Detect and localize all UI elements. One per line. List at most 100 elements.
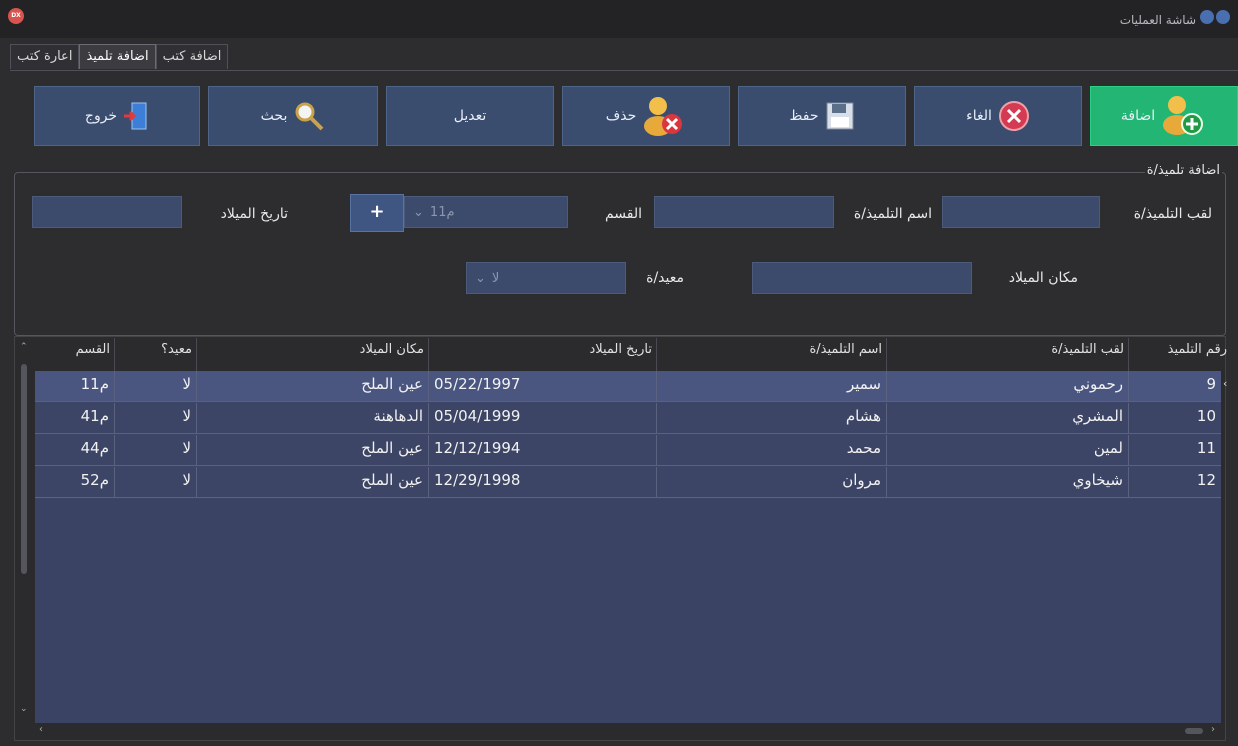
form-legend: اضافة تلميذ/ة <box>1144 163 1222 178</box>
cancel-x-icon <box>998 101 1029 131</box>
title-bar: DX شاشة العمليات <box>0 0 1238 38</box>
user-delete-icon <box>644 97 683 136</box>
cell-birthplace: عين الملح <box>197 371 429 402</box>
row-indicator-icon: ‹ <box>1223 377 1228 390</box>
grid-header: القسم معيد؟ مكان الميلاد تاريخ الميلاد ا… <box>35 338 1231 371</box>
cell-section: 5م2 <box>35 467 115 498</box>
col-header-birthplace[interactable]: مكان الميلاد <box>197 338 429 371</box>
cell-birthplace: الدهاهنة <box>197 403 429 434</box>
name-label: اسم التلميذ/ة <box>853 206 932 222</box>
minimize-icon[interactable] <box>1200 10 1214 24</box>
surname-label: لقب التلميذ/ة <box>1133 206 1212 222</box>
students-grid: ⌃ ⌄ القسم معيد؟ مكان الميلاد تاريخ الميل… <box>14 336 1227 741</box>
section-label: القسم <box>604 206 642 222</box>
app-logo-icon: DX <box>8 8 24 24</box>
cell-birthplace: عين الملح <box>197 435 429 466</box>
tab-strip: اعارة كتب اضافة تلميذ اضافة كتب <box>10 44 229 70</box>
col-header-surname[interactable]: لقب التلميذ/ة <box>887 338 1129 371</box>
table-row[interactable]: 1م1 لا عين الملح 05/22/1997 سمير رحموني … <box>35 371 1221 403</box>
cancel-button-label: الغاء <box>966 108 992 124</box>
user-add-icon <box>1163 96 1204 135</box>
tab-lend-books[interactable]: اعارة كتب <box>10 44 80 69</box>
save-button[interactable]: حفظ <box>738 86 906 146</box>
tab-add-books[interactable]: اضافة كتب <box>155 44 229 69</box>
floppy-disk-icon <box>826 102 854 130</box>
magnifier-icon <box>295 102 324 131</box>
add-section-button[interactable]: + <box>350 194 404 232</box>
repeat-select-value: لا <box>491 271 500 286</box>
scroll-left-icon[interactable]: ‹ <box>39 724 43 735</box>
tab-add-student[interactable]: اضافة تلميذ <box>79 44 156 69</box>
table-row[interactable]: 5م2 لا عين الملح 12/29/1998 مروان شيخاوي… <box>35 467 1221 499</box>
col-header-repeat[interactable]: معيد؟ <box>115 338 197 371</box>
delete-button[interactable]: حذف <box>562 86 730 146</box>
cell-birthdate: 12/12/1994 <box>429 435 657 466</box>
cell-birthplace: عين الملح <box>197 467 429 498</box>
name-input[interactable] <box>654 196 834 228</box>
col-header-name[interactable]: اسم التلميذ/ة <box>657 338 887 371</box>
cell-repeat: لا <box>115 371 197 402</box>
edit-button-label: تعديل <box>453 108 487 124</box>
scroll-up-icon[interactable]: ⌃ <box>20 342 28 352</box>
birthdate-label: تاريخ الميلاد <box>220 206 288 222</box>
window-controls <box>1200 10 1230 24</box>
scroll-right-icon[interactable]: › <box>1211 724 1215 735</box>
birthdate-input[interactable] <box>32 196 182 228</box>
cell-birthdate: 05/22/1997 <box>429 371 657 402</box>
birthplace-label: مكان الميلاد <box>1008 270 1078 286</box>
chevron-down-icon: ⌄ <box>475 271 486 286</box>
table-row[interactable]: 4م1 لا الدهاهنة 05/04/1999 هشام المشري 1… <box>35 403 1221 435</box>
birthplace-input[interactable] <box>752 262 972 294</box>
add-button-label: اضافة <box>1120 108 1156 124</box>
vertical-scrollbar[interactable]: ⌃ ⌄ <box>17 338 33 723</box>
cell-surname: شيخاوي <box>887 467 1129 498</box>
repeat-select[interactable]: ⌄ لا <box>466 262 626 294</box>
cell-id: 12 <box>1129 467 1221 498</box>
exit-door-icon <box>124 102 147 130</box>
cell-repeat: لا <box>115 467 197 498</box>
cell-id: 10 <box>1129 403 1221 434</box>
horizontal-scrollbar[interactable]: ‹ › <box>35 724 1223 738</box>
col-header-section[interactable]: القسم <box>35 338 115 371</box>
cell-name: هشام <box>657 403 887 434</box>
cell-name: مروان <box>657 467 887 498</box>
cell-birthdate: 12/29/1998 <box>429 467 657 498</box>
cell-section: 4م1 <box>35 403 115 434</box>
section-select[interactable]: ⌄ 1م1 <box>404 196 568 228</box>
exit-button[interactable]: خروج <box>34 86 200 146</box>
cell-section: 1م1 <box>35 371 115 402</box>
cell-surname: رحموني <box>887 371 1129 402</box>
col-header-id[interactable]: رقم التلميذ <box>1129 338 1231 371</box>
grid-body: 1م1 لا عين الملح 05/22/1997 سمير رحموني … <box>35 371 1221 723</box>
section-select-value: 1م1 <box>429 205 455 220</box>
cell-section: 4م4 <box>35 435 115 466</box>
cell-surname: لمين <box>887 435 1129 466</box>
window-title: شاشة العمليات <box>1119 13 1196 27</box>
save-button-label: حفظ <box>789 108 819 124</box>
cell-id: 9 <box>1129 371 1221 402</box>
chevron-down-icon: ⌄ <box>413 205 424 220</box>
cell-name: سمير <box>657 371 887 402</box>
search-button-label: بحث <box>260 108 288 124</box>
toolbar: خروج بحث تعديل حذف حفظ الغاء اضافة <box>24 86 1238 146</box>
cell-name: محمد <box>657 435 887 466</box>
scroll-thumb-horizontal[interactable] <box>1185 728 1203 734</box>
cell-repeat: لا <box>115 403 197 434</box>
repeat-label: معيد/ة <box>646 270 684 286</box>
cell-birthdate: 05/04/1999 <box>429 403 657 434</box>
cell-id: 11 <box>1129 435 1221 466</box>
scroll-down-icon[interactable]: ⌄ <box>20 704 28 714</box>
exit-button-label: خروج <box>84 108 118 124</box>
close-icon[interactable] <box>1216 10 1230 24</box>
edit-button[interactable]: تعديل <box>386 86 554 146</box>
cell-surname: المشري <box>887 403 1129 434</box>
add-button[interactable]: اضافة <box>1090 86 1238 146</box>
surname-input[interactable] <box>942 196 1100 228</box>
cancel-button[interactable]: الغاء <box>914 86 1082 146</box>
table-row[interactable]: 4م4 لا عين الملح 12/12/1994 محمد لمين 11 <box>35 435 1221 467</box>
main-window: DX شاشة العمليات اعارة كتب اضافة تلميذ ا… <box>0 0 1238 745</box>
search-button[interactable]: بحث <box>208 86 378 146</box>
delete-button-label: حذف <box>605 108 637 124</box>
col-header-birthdate[interactable]: تاريخ الميلاد <box>429 338 657 371</box>
scroll-thumb[interactable] <box>21 364 27 574</box>
